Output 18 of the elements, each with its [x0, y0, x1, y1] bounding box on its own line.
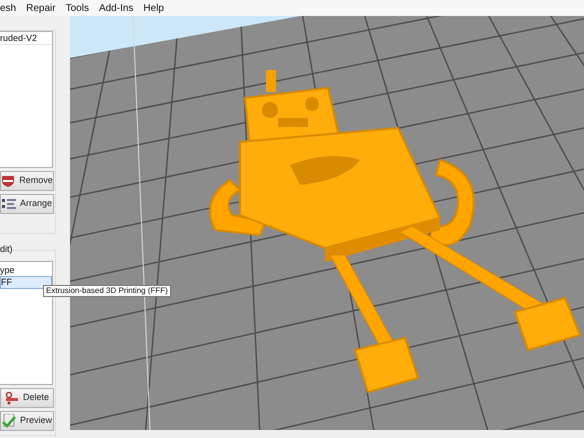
panel-button[interactable]: Remove [0, 171, 54, 191]
list-item[interactable]: FF [0, 276, 52, 289]
tooltip: Extrusion-based 3D Printing (FFF) [43, 285, 171, 297]
menu-item[interactable]: Tools [66, 0, 89, 16]
scissors-icon [4, 392, 19, 404]
panel-button[interactable]: Delete [0, 388, 54, 408]
menu-item[interactable]: Repair [26, 0, 56, 16]
list-item[interactable]: ruded-V2 [0, 32, 52, 45]
menu-item[interactable]: Help [143, 0, 164, 16]
check-document-icon [2, 414, 16, 428]
panel-button[interactable]: Preview [0, 411, 54, 431]
column-header: ype [0, 265, 16, 276]
menu-item[interactable]: esh [0, 0, 16, 16]
group-title: dit) [0, 244, 13, 254]
menu-item[interactable]: Add-Ins [98, 0, 134, 16]
list-icon [2, 198, 16, 210]
panel-button[interactable]: Arrange [0, 194, 54, 214]
shield-icon [1, 175, 16, 187]
